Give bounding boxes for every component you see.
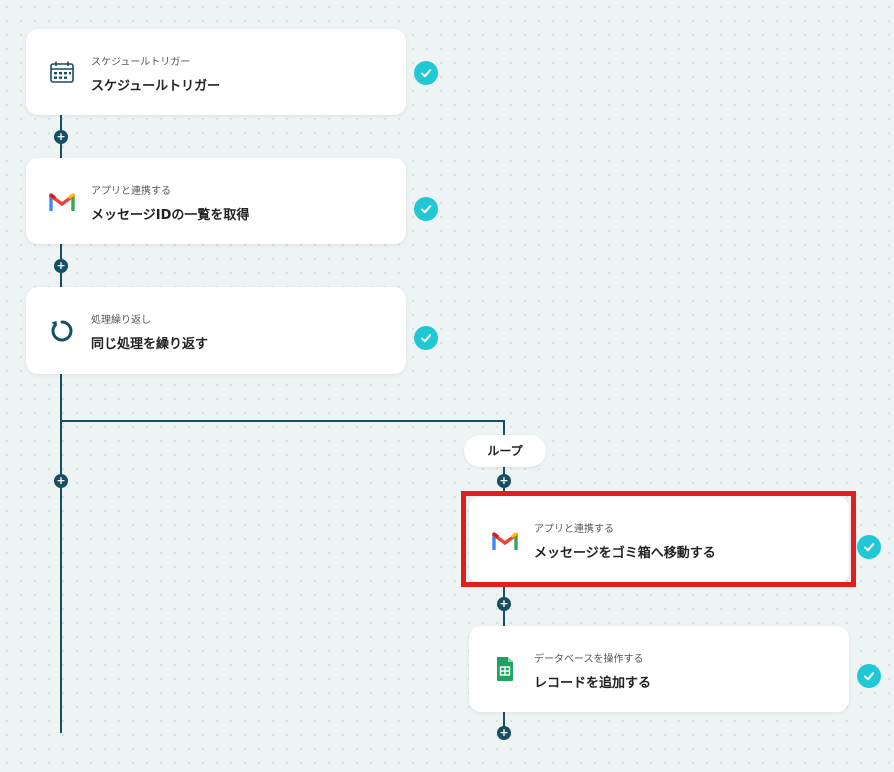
calendar-icon xyxy=(48,58,76,86)
add-step-button[interactable]: + xyxy=(54,259,68,273)
google-sheets-icon xyxy=(491,655,519,683)
check-icon xyxy=(857,664,881,688)
add-step-button[interactable]: + xyxy=(497,474,511,488)
step-title: レコードを追加する xyxy=(534,676,652,691)
loop-icon xyxy=(48,317,76,345)
step-category: スケジュールトリガー xyxy=(91,57,191,68)
check-icon xyxy=(414,61,438,85)
add-step-button[interactable]: + xyxy=(497,597,511,611)
loop-label[interactable]: ループ xyxy=(464,435,546,467)
check-icon xyxy=(857,535,881,559)
step-card-add-record[interactable]: データベースを操作する レコードを追加する xyxy=(469,626,849,712)
connector-line-loop xyxy=(503,420,505,436)
gmail-icon xyxy=(48,187,76,215)
selection-highlight xyxy=(461,491,856,587)
add-step-button[interactable]: + xyxy=(54,130,68,144)
step-category: 処理繰り返し xyxy=(91,315,151,326)
step-category: アプリと連携する xyxy=(91,186,171,197)
step-title: 同じ処理を繰り返す xyxy=(91,337,209,352)
step-category: データベースを操作する xyxy=(534,654,644,665)
step-card-repeat[interactable]: 処理繰り返し 同じ処理を繰り返す xyxy=(26,287,406,374)
add-step-button[interactable]: + xyxy=(497,726,511,740)
step-title: スケジュールトリガー xyxy=(91,79,221,94)
check-icon xyxy=(414,197,438,221)
step-title: メッセージIDの一覧を取得 xyxy=(91,208,250,223)
step-card-schedule-trigger[interactable]: スケジュールトリガー スケジュールトリガー xyxy=(26,29,406,115)
check-icon xyxy=(414,326,438,350)
connector-line-branch xyxy=(60,420,504,422)
add-step-button[interactable]: + xyxy=(54,474,68,488)
step-card-get-message-ids[interactable]: アプリと連携する メッセージIDの一覧を取得 xyxy=(26,158,406,244)
